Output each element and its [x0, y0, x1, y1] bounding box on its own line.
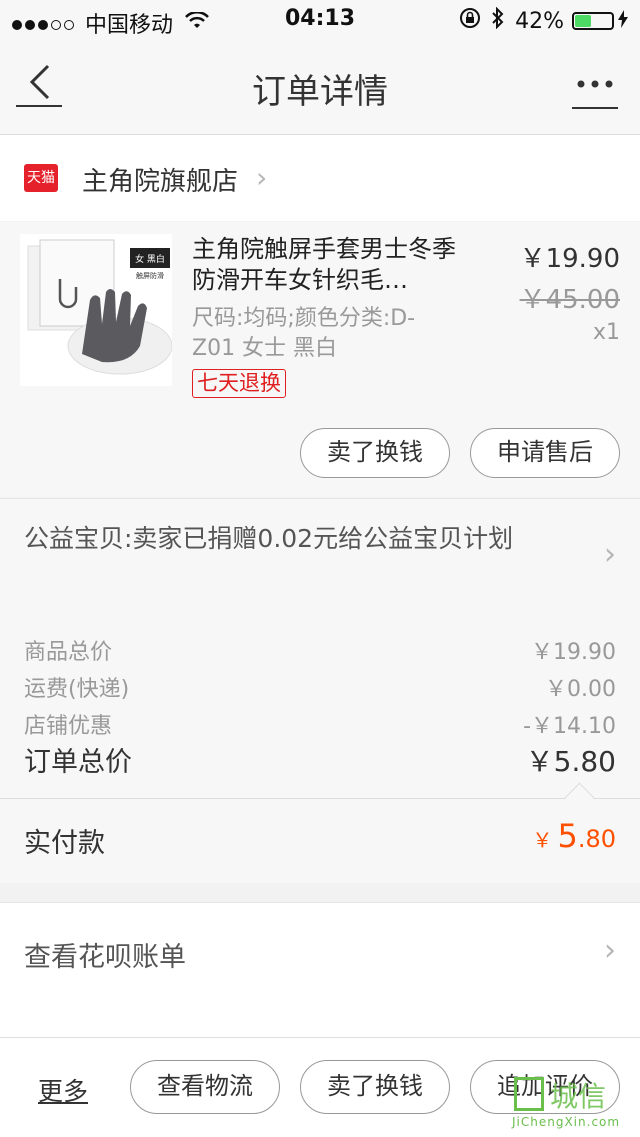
battery-percent: 42%	[515, 8, 564, 34]
view-huabei-bill-row[interactable]: 查看花呗账单 ›	[0, 902, 640, 1002]
product-thumbnail[interactable]: 女 黑白 触屏防滑	[20, 234, 173, 386]
chevron-right-icon: ›	[604, 933, 616, 968]
navigation-bar: 订单详情	[0, 40, 640, 135]
sell-for-cash-button[interactable]: 卖了换钱	[300, 428, 450, 478]
order-item[interactable]: 女 黑白 触屏防滑 主角院触屏手套男士冬季防滑开车女针织毛… 尺码:均码;颜色分…	[0, 222, 640, 497]
product-quantity: x1	[592, 320, 620, 345]
content-spacer	[0, 1001, 640, 1037]
view-huabei-bill-label: 查看花呗账单	[24, 942, 186, 973]
more-options-button[interactable]	[572, 64, 618, 110]
view-logistics-button[interactable]: 查看物流	[130, 1060, 280, 1114]
watermark-url: JiChengXin.com	[512, 1115, 621, 1129]
return-policy-tag: 七天退换	[192, 369, 286, 398]
summary-row: 运费(快递) ￥0.00	[24, 671, 616, 703]
order-total-label: 订单总价	[24, 747, 132, 778]
page-title: 订单详情	[252, 72, 388, 112]
battery-icon	[572, 12, 614, 30]
thumb-sub-text: 触屏防滑	[136, 271, 164, 280]
actual-payment-label: 实付款	[24, 828, 105, 859]
product-price: ￥19.90	[519, 244, 620, 274]
summary-value: ￥0.00	[545, 677, 616, 702]
chevron-right-icon: ›	[256, 161, 268, 194]
product-sku: 尺码:均码;颜色分类:D-Z01 女士 黑白	[192, 306, 416, 361]
charity-donation-row[interactable]: 公益宝贝:卖家已捐赠0.02元给公益宝贝计划 ›	[0, 498, 640, 609]
shop-name[interactable]: 主角院旗舰店	[82, 161, 238, 198]
charity-donation-text: 公益宝贝:卖家已捐赠0.02元给公益宝贝计划	[24, 524, 514, 553]
summary-label: 店铺优惠	[24, 714, 113, 739]
watermark-brand: 城信	[550, 1080, 607, 1113]
actual-payment-amount: ￥ 5.80	[532, 817, 616, 855]
bottom-action-bar: 更多 查看物流 卖了换钱 追加评价 城信 JiChengXin.com	[0, 1037, 640, 1137]
summary-value: ￥19.90	[531, 640, 616, 665]
watermark-logo-icon	[514, 1077, 544, 1111]
original-price: ￥45.00	[519, 285, 620, 315]
order-total-value: ￥5.80	[525, 745, 616, 778]
more-actions-link[interactable]: 更多	[38, 1072, 88, 1108]
product-title[interactable]: 主角院触屏手套男士冬季防滑开车女针织毛…	[192, 234, 462, 296]
order-total-row: 订单总价 ￥5.80	[24, 740, 616, 779]
price-summary: 商品总价 ￥19.90 运费(快递) ￥0.00 店铺优惠 -￥14.10 订单…	[0, 608, 640, 798]
amount-decimal: .80	[577, 825, 616, 853]
request-after-sales-button[interactable]: 申请售后	[470, 428, 620, 478]
summary-label: 运费(快递)	[24, 677, 130, 702]
sell-for-cash-button[interactable]: 卖了换钱	[300, 1060, 450, 1114]
summary-row: 店铺优惠 -￥14.10	[24, 708, 616, 740]
actual-payment-row: 实付款 ￥ 5.80	[0, 782, 640, 883]
summary-label: 商品总价	[24, 640, 113, 665]
amount-integer: 5	[557, 817, 578, 855]
shop-header[interactable]: 天猫 主角院旗舰店 ›	[0, 135, 640, 221]
watermark: 城信 JiChengXin.com	[508, 1073, 628, 1133]
orientation-lock-icon	[459, 7, 481, 35]
summary-row: 商品总价 ￥19.90	[24, 634, 616, 666]
chevron-right-icon: ›	[604, 537, 616, 572]
charging-bolt-icon	[618, 10, 628, 32]
ellipsis-icon	[572, 80, 618, 109]
thumb-tag-text: 女 黑白	[135, 253, 165, 265]
summary-value: -￥14.10	[523, 714, 616, 739]
currency-symbol: ￥	[532, 828, 553, 852]
status-bar: 中国移动 04:13 42%	[0, 0, 640, 40]
bluetooth-icon	[491, 6, 505, 35]
glove-product-image: 女 黑白 触屏防滑	[20, 234, 173, 386]
tmall-logo: 天猫	[24, 164, 58, 192]
